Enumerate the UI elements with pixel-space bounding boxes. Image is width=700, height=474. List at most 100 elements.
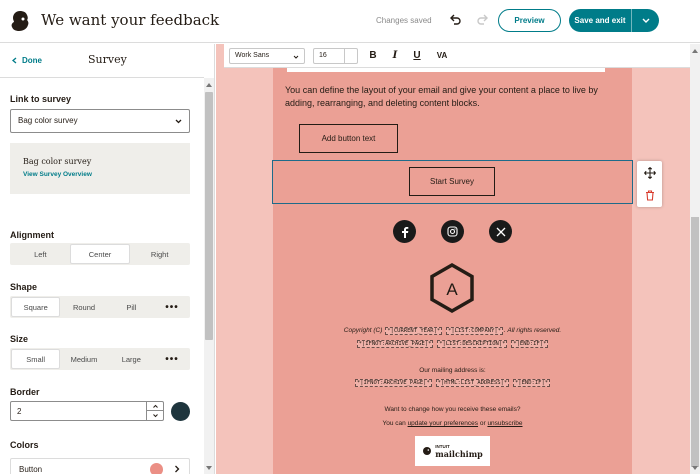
change-text: Want to change how you receive these ema… bbox=[384, 406, 521, 413]
scrollbar-thumb[interactable] bbox=[205, 92, 213, 340]
border-label: Border bbox=[10, 387, 40, 397]
stepper-up-icon[interactable] bbox=[147, 402, 163, 411]
survey-select[interactable]: Bag color survey bbox=[10, 109, 190, 133]
size-small[interactable]: Small bbox=[11, 349, 61, 369]
scroll-up-icon[interactable] bbox=[692, 49, 698, 53]
merge-tag-ifnot-archive[interactable]: *|IFNOT:ARCHIVE_PAGE|* bbox=[356, 340, 434, 348]
facebook-icon[interactable] bbox=[393, 220, 416, 243]
alignment-control: Left Center Right bbox=[10, 243, 190, 265]
delete-icon[interactable] bbox=[637, 184, 662, 207]
size-label: Size bbox=[10, 334, 29, 344]
underline-button[interactable]: U bbox=[410, 50, 424, 61]
preview-button[interactable]: Preview bbox=[498, 9, 561, 32]
chevron-down-icon bbox=[175, 119, 182, 124]
redo-icon[interactable] bbox=[476, 12, 490, 26]
border-width-value: 2 bbox=[17, 407, 22, 416]
copyright-prefix: Copyright (C) bbox=[343, 327, 383, 334]
body-text-block[interactable]: You can define the layout of your email … bbox=[285, 84, 620, 110]
more-options-icon[interactable]: ••• bbox=[155, 349, 189, 369]
button-color-swatch[interactable] bbox=[150, 463, 163, 474]
unsubscribe-link[interactable]: unsubscribe bbox=[487, 420, 522, 427]
top-bar: We want your feedback Changes saved Prev… bbox=[0, 0, 700, 43]
more-options-icon[interactable]: ••• bbox=[155, 297, 189, 317]
update-preferences-link[interactable]: update your preferences bbox=[408, 420, 478, 427]
merge-tag-list-company[interactable]: *|LIST:COMPANY|* bbox=[446, 327, 504, 335]
save-options-dropdown[interactable] bbox=[632, 18, 659, 24]
size-control: Small Medium Large ••• bbox=[10, 348, 190, 370]
update-prefix: You can bbox=[382, 420, 406, 427]
survey-card-title: Bag color survey bbox=[23, 157, 92, 166]
settings-panel: Done Survey Link to survey Bag color sur… bbox=[0, 44, 215, 474]
alignment-center[interactable]: Center bbox=[69, 244, 131, 264]
preferences-line: You can update your preferences or unsub… bbox=[273, 420, 632, 427]
scroll-down-icon[interactable] bbox=[692, 466, 698, 470]
font-size-input[interactable]: 16 bbox=[313, 47, 358, 64]
font-family-select[interactable]: Work Sans bbox=[229, 47, 305, 64]
undo-icon[interactable] bbox=[448, 12, 462, 26]
merge-tag-ifnot-archive[interactable]: *|IFNOT:ARCHIVE_PAGE|* bbox=[354, 379, 432, 387]
border-width-input[interactable]: 2 bbox=[10, 401, 164, 421]
italic-button[interactable]: I bbox=[388, 50, 402, 61]
chevron-right-icon bbox=[175, 465, 180, 473]
x-icon[interactable] bbox=[489, 220, 512, 243]
merge-tag-end-if[interactable]: *|END:IF|* bbox=[511, 340, 549, 348]
mailchimp-badge[interactable]: INTUIT mailchimp bbox=[415, 436, 490, 466]
merge-tag-end-if[interactable]: *|END:IF|* bbox=[512, 379, 551, 387]
badge-text: INTUIT mailchimp bbox=[435, 444, 483, 459]
shape-square[interactable]: Square bbox=[11, 297, 61, 317]
view-survey-overview-link[interactable]: View Survey Overview bbox=[23, 171, 92, 178]
size-medium[interactable]: Medium bbox=[60, 349, 107, 369]
size-large[interactable]: Large bbox=[108, 349, 155, 369]
done-label: Done bbox=[22, 56, 42, 65]
shape-pill[interactable]: Pill bbox=[108, 297, 155, 317]
start-survey-button[interactable]: Start Survey bbox=[409, 167, 495, 196]
instagram-icon[interactable] bbox=[441, 220, 464, 243]
colors-label: Colors bbox=[10, 440, 39, 450]
save-status: Changes saved bbox=[376, 16, 432, 25]
logo-letter: A bbox=[446, 280, 458, 299]
mailchimp-logo-icon bbox=[423, 447, 432, 455]
description-line: *|IFNOT:ARCHIVE_PAGE|* *|LIST:DESCRIPTIO… bbox=[273, 340, 632, 348]
survey-card: Bag color survey View Survey Overview bbox=[10, 143, 190, 194]
brand-logo-hex: A bbox=[430, 262, 474, 314]
border-color-swatch[interactable] bbox=[171, 402, 190, 421]
email-canvas: You can define the layout of your email … bbox=[216, 44, 700, 474]
block-tools bbox=[637, 161, 662, 207]
save-and-exit-button[interactable]: Save and exit bbox=[569, 9, 659, 32]
font-family-value: Work Sans bbox=[235, 51, 270, 59]
bold-button[interactable]: B bbox=[366, 50, 380, 61]
or-text: or bbox=[479, 420, 486, 427]
mailchimp-logo-icon[interactable] bbox=[9, 9, 31, 33]
button-color-label: Button bbox=[19, 465, 43, 474]
shape-round[interactable]: Round bbox=[60, 297, 107, 317]
email-body: You can define the layout of your email … bbox=[273, 44, 632, 474]
button-color-row[interactable]: Button bbox=[10, 458, 190, 474]
survey-select-value: Bag color survey bbox=[18, 116, 78, 125]
border-stepper[interactable] bbox=[146, 402, 163, 420]
scroll-up-icon[interactable] bbox=[206, 83, 212, 87]
merge-tag-current-year[interactable]: *|CURRENT_YEAR|* bbox=[385, 327, 443, 335]
alignment-label: Alignment bbox=[10, 230, 54, 240]
chevron-down-icon bbox=[293, 55, 299, 59]
merge-tag-list-description[interactable]: *|LIST:DESCRIPTION|* bbox=[437, 340, 508, 348]
font-size-value: 16 bbox=[319, 51, 327, 59]
copyright-line: Copyright (C) *|CURRENT_YEAR|* *|LIST:CO… bbox=[273, 327, 632, 335]
rights-text: . All rights reserved. bbox=[504, 327, 562, 334]
canvas-scrollbar[interactable] bbox=[690, 44, 700, 474]
letter-spacing-button[interactable]: VA bbox=[432, 51, 452, 60]
panel-scrollbar[interactable] bbox=[204, 78, 214, 474]
merge-tag-html-list-address[interactable]: *|HTML:LIST_ADDRESS|* bbox=[435, 379, 510, 387]
shape-label: Shape bbox=[10, 282, 38, 292]
done-button[interactable]: Done bbox=[12, 56, 42, 65]
scroll-down-icon[interactable] bbox=[206, 466, 212, 470]
address-line: *|IFNOT:ARCHIVE_PAGE|* *|HTML:LIST_ADDRE… bbox=[273, 379, 632, 387]
move-icon[interactable] bbox=[637, 161, 662, 184]
add-button-block[interactable]: Add button text bbox=[299, 124, 398, 153]
alignment-left[interactable]: Left bbox=[11, 244, 70, 264]
stepper-down-icon[interactable] bbox=[147, 411, 163, 420]
scrollbar-thumb[interactable] bbox=[691, 217, 699, 467]
shape-control: Square Round Pill ••• bbox=[10, 296, 190, 318]
chevron-down-icon bbox=[642, 18, 649, 23]
font-size-stepper[interactable] bbox=[344, 48, 357, 63]
alignment-right[interactable]: Right bbox=[130, 244, 189, 264]
